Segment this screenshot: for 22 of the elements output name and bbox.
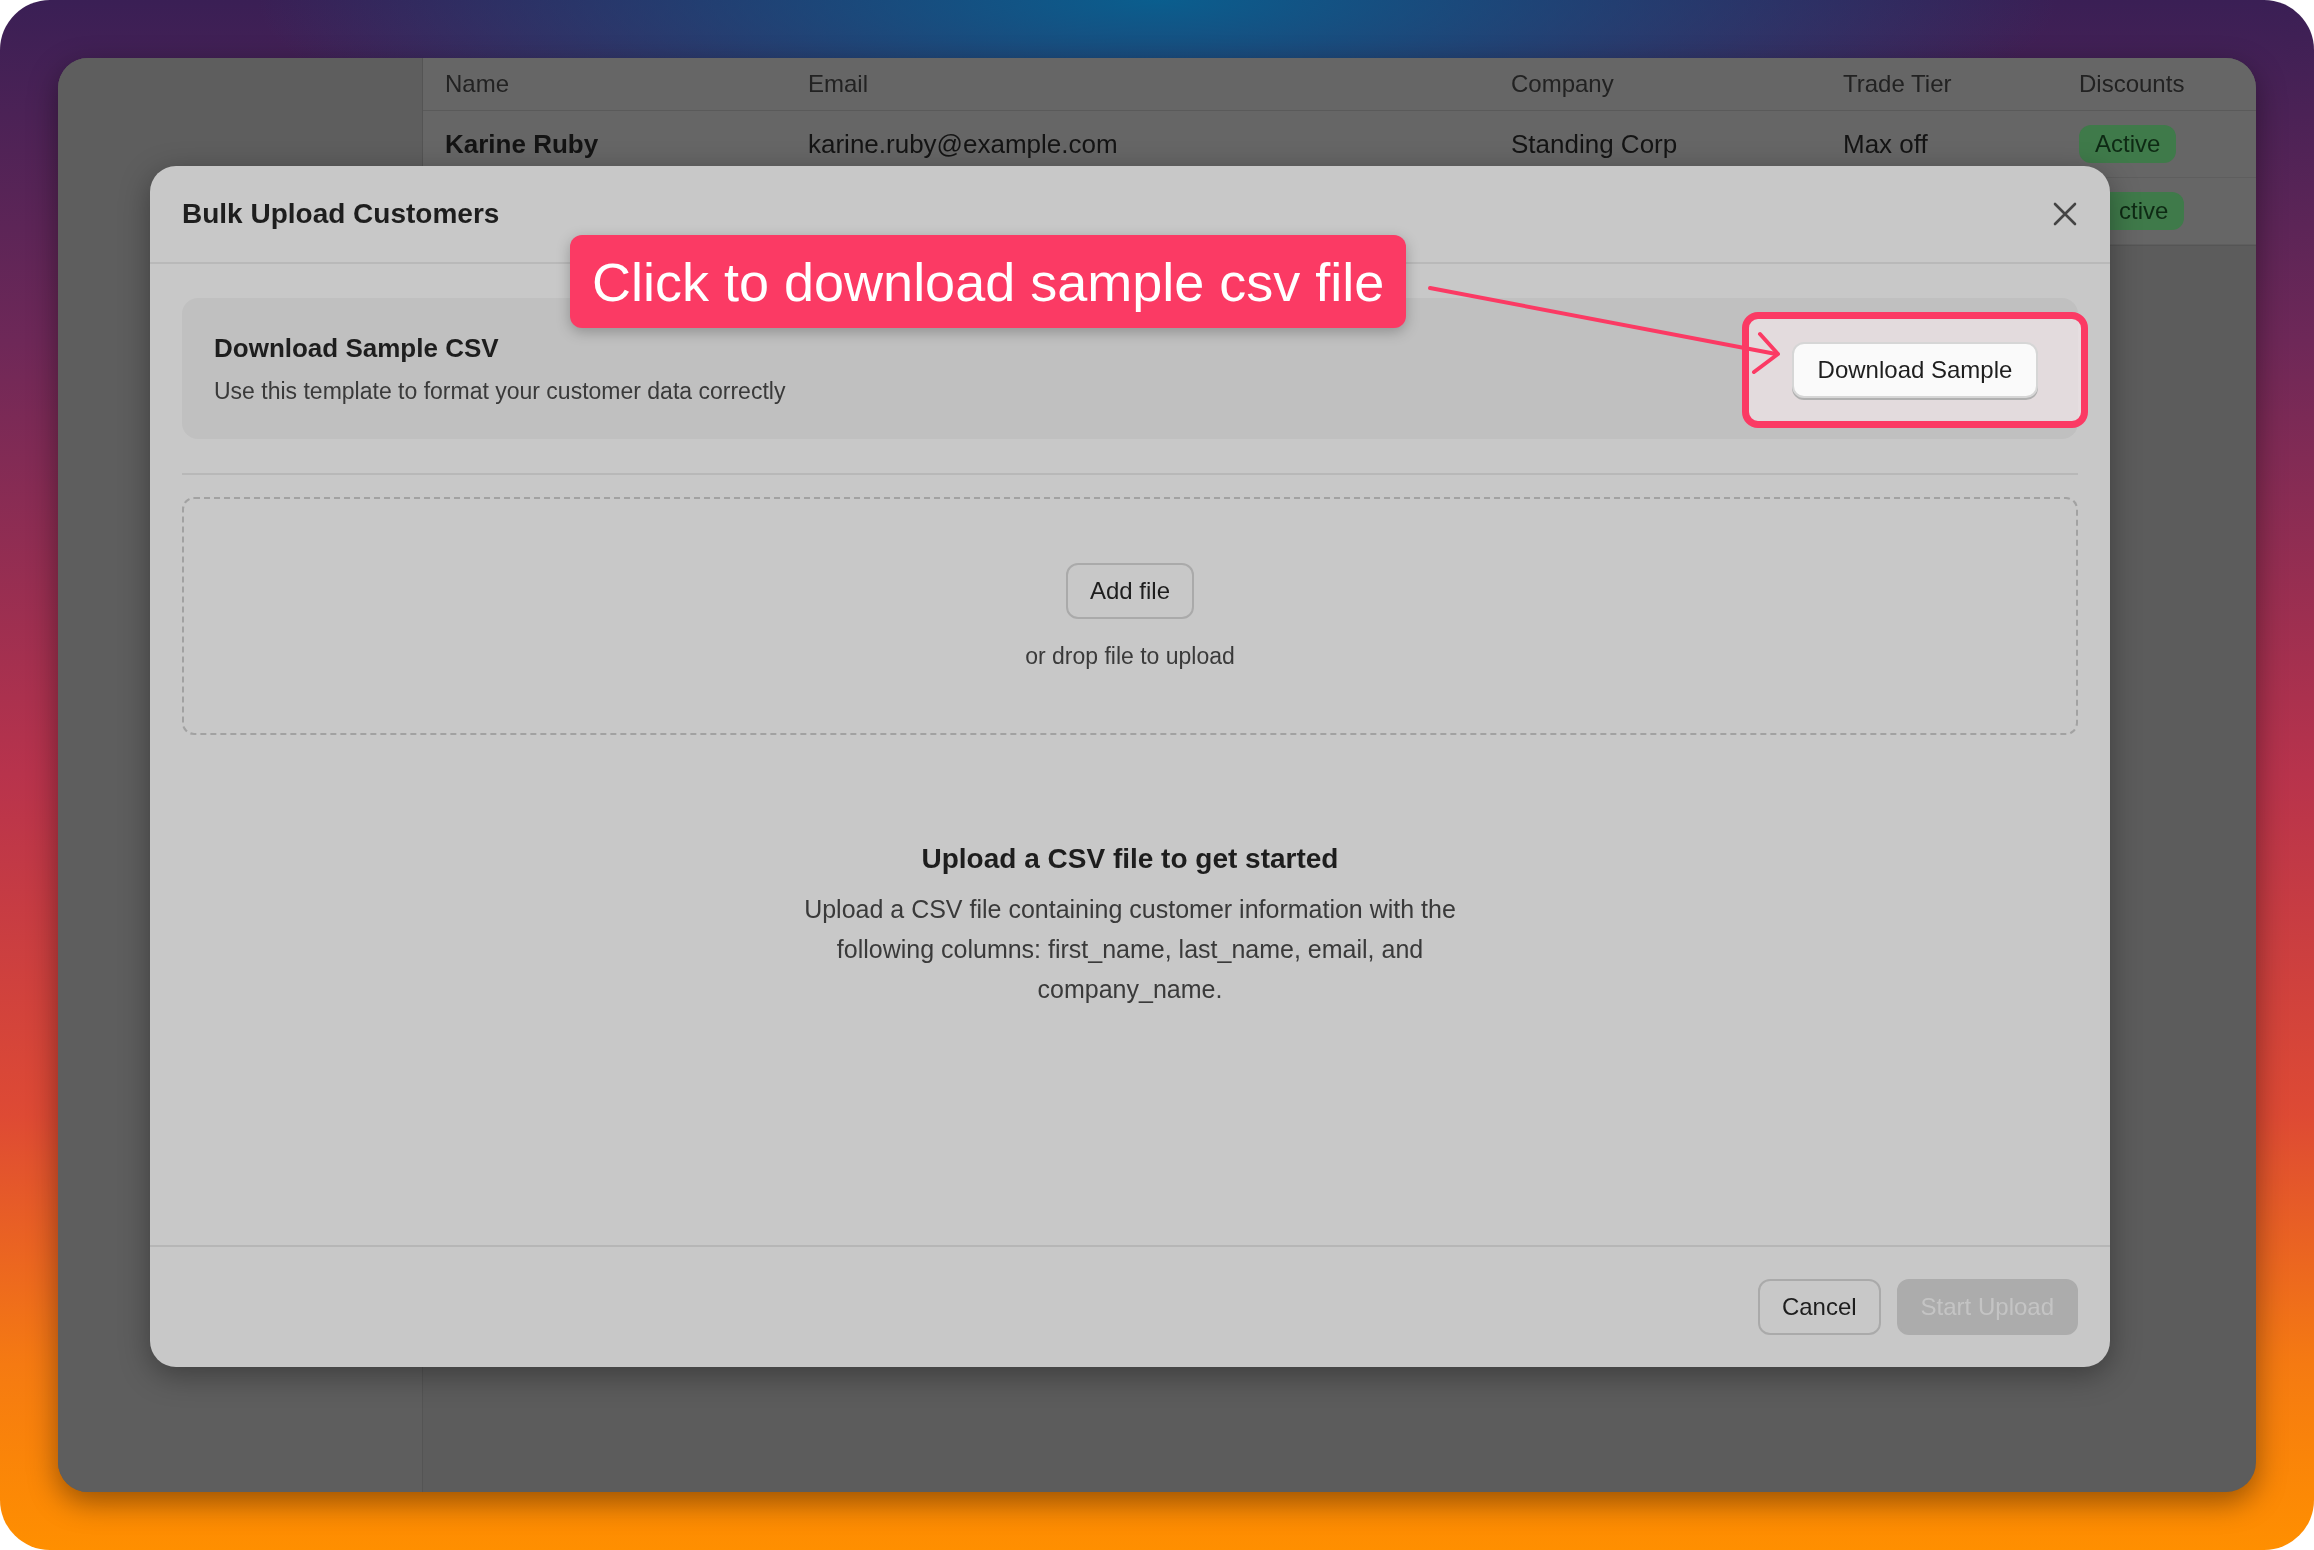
column-header: Trade Tier (1843, 70, 1953, 98)
column-header: Discounts (2079, 70, 2186, 98)
status-badge: Active (2079, 125, 2177, 163)
download-sample-button[interactable]: Download Sample (1791, 342, 2039, 398)
column-header: Email (808, 70, 869, 98)
table-cell-text: karine.ruby@example.com (808, 128, 1119, 160)
table-cell-text: Karine Ruby (445, 128, 600, 160)
column-header: Company (1511, 70, 1615, 98)
empty-state-title: Upload a CSV file to get started (921, 843, 1339, 875)
dropzone-hint: or drop file to upload (1025, 642, 1235, 670)
empty-state-text: Upload a CSV file containing customer information with the following columns: first_name, last_name, email, and company_name. (803, 894, 1457, 1005)
close-icon[interactable] (2052, 201, 2078, 227)
file-dropzone[interactable]: Add file or drop file to upload (182, 497, 2078, 735)
card-description: Use this template to format your customer data correctly (214, 377, 786, 405)
table-cell-text: Standing Corp (1511, 128, 1679, 160)
callout-label: Click to download sample csv file (570, 235, 1407, 328)
card-title: Download Sample CSV (214, 332, 500, 364)
dialog-title: Bulk Upload Customers (182, 198, 500, 230)
add-file-button[interactable]: Add file (1065, 562, 1195, 619)
table-cell-text: Max off (1843, 128, 1929, 160)
cancel-button[interactable]: Cancel (1757, 1279, 1881, 1335)
column-header: Name (445, 70, 511, 98)
